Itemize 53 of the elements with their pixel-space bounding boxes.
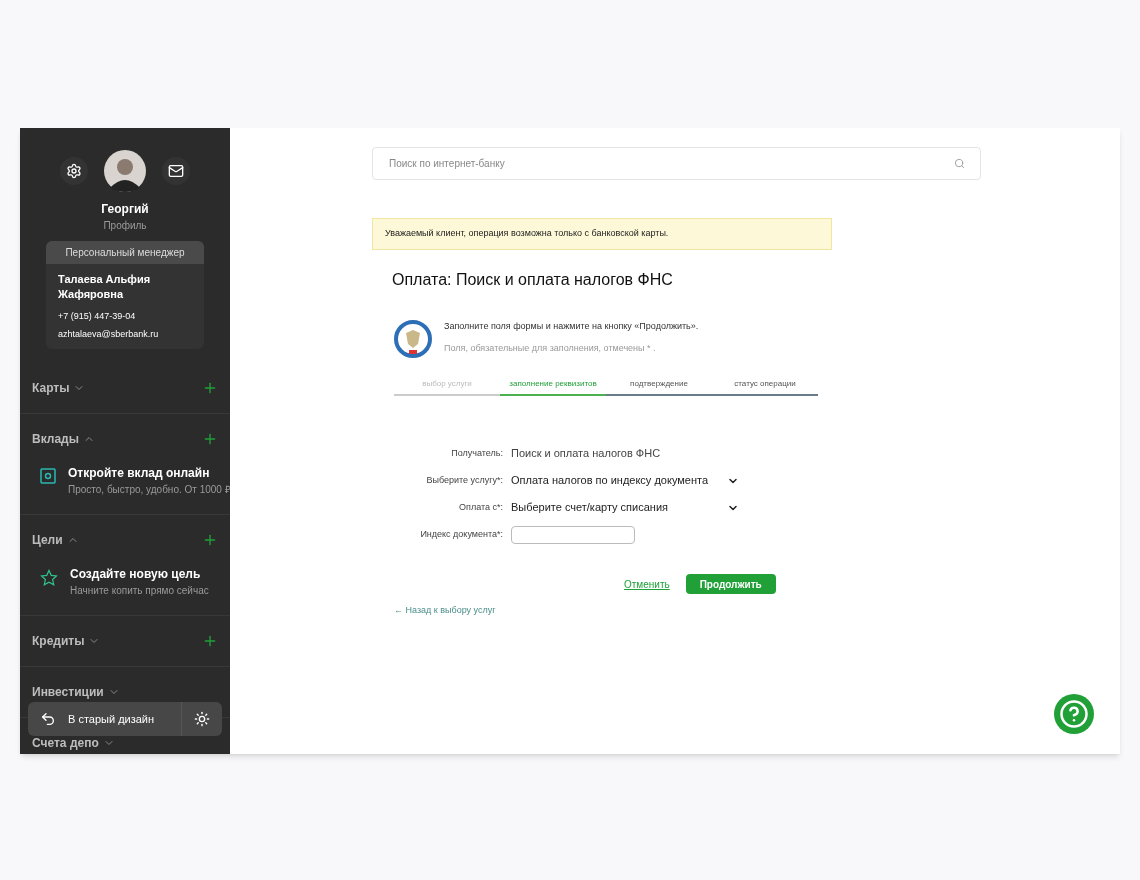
cancel-link[interactable]: Отменить (624, 576, 670, 592)
search-icon[interactable] (954, 158, 965, 169)
item-title[interactable]: Создайте новую цель (70, 565, 209, 583)
field-label: Оплата с*: (458, 500, 503, 514)
required-note: Поля, обязательные для заполнения, отмечены * . (444, 341, 657, 355)
manager-email[interactable]: azhtalaeva@sberbank.ru (58, 327, 192, 341)
settings-icon (66, 163, 82, 179)
field-label: Выберите услугу*: (425, 473, 503, 487)
field-value: Поиск и оплата налогов ФНС (511, 446, 661, 462)
star-icon (40, 569, 58, 587)
old-design-button[interactable]: В старый дизайн (28, 702, 181, 736)
emblem-icon (394, 320, 432, 358)
search-field[interactable]: Поиск по интернет-банку (372, 147, 981, 180)
section-header[interactable]: Карты (32, 379, 86, 397)
manager-name: Талаева Альфия Жафяровна (58, 272, 152, 302)
section-header[interactable]: Цели (32, 531, 79, 549)
sun-icon (194, 711, 210, 727)
notice-banner: Уважаемый клиент, операция возможна только с банковской карты. (372, 218, 832, 250)
select-field[interactable]: Оплата налогов по индексу документа (511, 472, 743, 489)
add-icon[interactable] (202, 380, 218, 396)
instruction-text: Заполните поля формы и нажмите на кнопку «Продолжить». (444, 320, 699, 333)
input-field[interactable] (511, 525, 635, 544)
section-header[interactable]: Кредиты (32, 632, 101, 650)
item-subtitle: Начните копить прямо сейчас (70, 584, 209, 598)
field-label: Получатель: (450, 446, 503, 460)
manager-phone[interactable]: +7 (915) 447-39-04 (58, 310, 192, 324)
item-title[interactable]: Откройте вклад онлайн (68, 464, 230, 482)
step-label: заполнение реквизитов (509, 378, 597, 390)
mail-button[interactable] (162, 157, 190, 185)
step-label: подтверждение (630, 378, 688, 390)
help-button[interactable] (1054, 694, 1094, 734)
step-label: статус операции (734, 378, 796, 390)
profile-link[interactable]: Профиль (20, 218, 230, 233)
page-title: Оплата: Поиск и оплата налогов ФНС (392, 270, 674, 290)
section-header[interactable]: Счета депо (32, 734, 115, 752)
add-icon[interactable] (202, 532, 218, 548)
section-header[interactable]: Вклады (32, 430, 95, 448)
envelope-icon (168, 163, 184, 179)
settings-button[interactable] (60, 157, 88, 185)
manager-heading: Персональный менеджер (46, 241, 204, 264)
step-label: выбор услуги (422, 378, 472, 390)
undo-icon (40, 711, 56, 727)
field-label: Индекс документа*: (419, 527, 503, 541)
select-field[interactable]: Выберите счет/карту списания (511, 499, 743, 516)
back-link[interactable]: ← Назад к выбору услуг (394, 604, 1120, 618)
profile-name[interactable]: Георгий (20, 200, 230, 218)
add-icon[interactable] (202, 633, 218, 649)
avatar[interactable] (104, 150, 146, 192)
question-icon (1059, 699, 1089, 729)
item-subtitle: Просто, быстро, удобно. От 1000 ₽ (68, 483, 230, 497)
safe-icon (40, 468, 56, 484)
section-header[interactable]: Инвестиции (32, 683, 120, 701)
add-icon[interactable] (202, 431, 218, 447)
